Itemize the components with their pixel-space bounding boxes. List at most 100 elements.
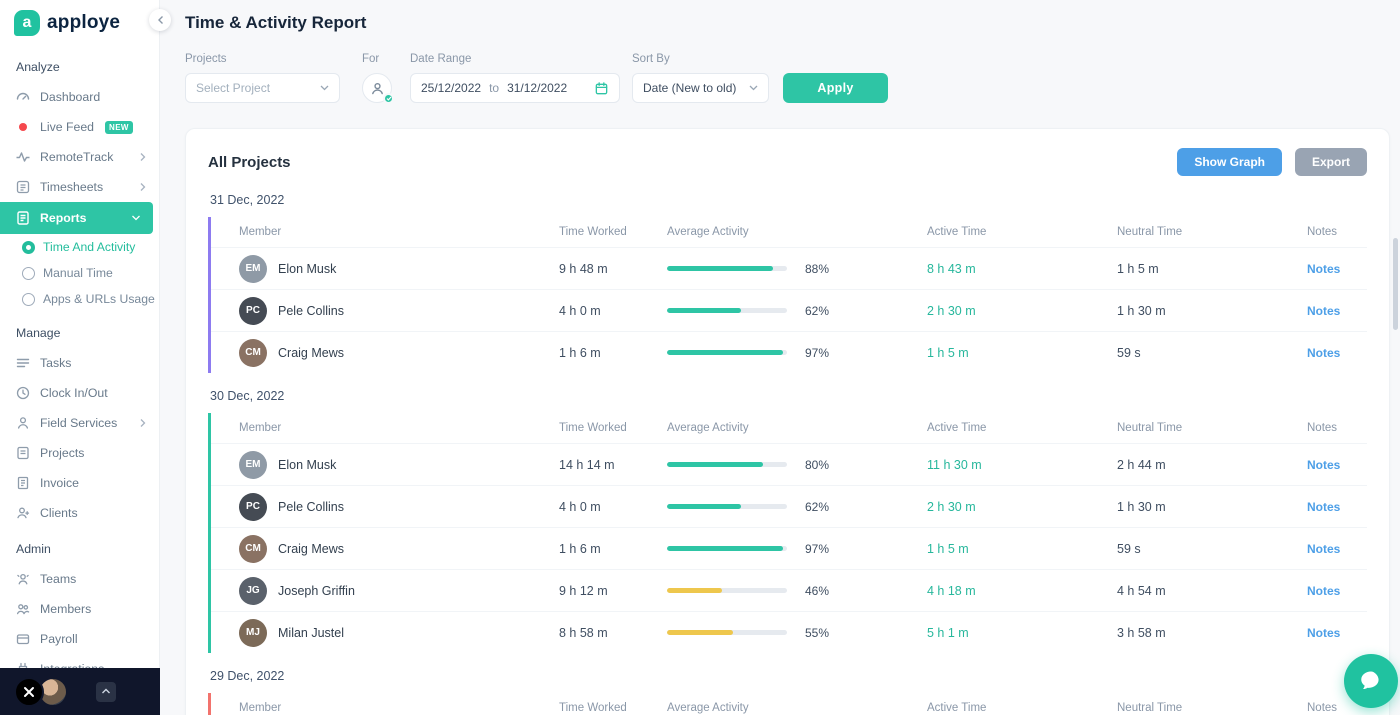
sidebar-item-label: Clock In/Out	[40, 386, 108, 400]
notes-link[interactable]: Notes	[1307, 304, 1340, 318]
column-header: Notes	[1307, 226, 1367, 238]
table-row: PC Pele Collins 4 h 0 m 62% 2 h 30 m 1 h…	[211, 485, 1367, 527]
project-select[interactable]: Select Project	[185, 73, 340, 103]
column-header: Notes	[1307, 422, 1367, 434]
column-header: Active Time	[927, 422, 1117, 434]
activity-bar	[667, 546, 787, 551]
date-range-filter: Date Range 25/12/2022 to 31/12/2022	[410, 53, 620, 103]
activity-bar	[667, 266, 787, 271]
sidebar-item-tasks[interactable]: Tasks	[0, 348, 159, 378]
check-badge-icon	[383, 93, 394, 104]
table-row: EM Elon Musk 9 h 48 m 88% 8 h 43 m 1 h 5…	[211, 247, 1367, 289]
neutral-time: 1 h 30 m	[1117, 500, 1307, 514]
notes-link[interactable]: Notes	[1307, 542, 1340, 556]
sidebar-subitem-apps-urls-usage[interactable]: Apps & URLs Usage	[0, 286, 159, 312]
date-to-value[interactable]: 31/12/2022	[507, 81, 567, 95]
chevron-right-icon	[139, 182, 147, 192]
sidebar-item-label: Field Services	[40, 416, 117, 430]
member-name: Elon Musk	[278, 262, 336, 276]
sidebar-collapse-button[interactable]	[149, 9, 171, 31]
sidebar-item-dashboard[interactable]: Dashboard	[0, 82, 159, 112]
sidebar-item-members[interactable]: Members	[0, 594, 159, 624]
sidebar-subitem-time-and-activity[interactable]: Time And Activity	[0, 234, 159, 260]
chevron-up-icon[interactable]	[96, 682, 116, 702]
person-icon	[370, 81, 385, 96]
sidebar-subitem-label: Apps & URLs Usage	[43, 292, 155, 306]
activity-percent: 62%	[805, 304, 829, 318]
neutral-time: 1 h 5 m	[1117, 262, 1307, 276]
date-range-label: Date Range	[410, 53, 620, 65]
sidebar-item-remotetrack[interactable]: RemoteTrack	[0, 142, 159, 172]
workspace-avatar[interactable]	[14, 677, 44, 707]
live-feed-icon	[15, 119, 31, 135]
activity-percent: 46%	[805, 584, 829, 598]
column-header: Member	[239, 422, 559, 434]
apply-button[interactable]: Apply	[783, 73, 888, 103]
notes-link[interactable]: Notes	[1307, 626, 1340, 640]
member-name: Craig Mews	[278, 542, 344, 556]
report-card-header: All Projects Show Graph Export	[186, 129, 1389, 191]
reports-icon	[15, 210, 31, 226]
scrollbar[interactable]	[1393, 238, 1398, 330]
activity-bar-fill	[667, 266, 773, 271]
chevron-down-icon	[131, 214, 141, 222]
time-worked: 4 h 0 m	[559, 500, 667, 514]
member-filter: For	[362, 53, 392, 103]
sidebar-subitem-label: Time And Activity	[43, 240, 135, 254]
sidebar-item-clock-in-out[interactable]: Clock In/Out	[0, 378, 159, 408]
date-from-value[interactable]: 25/12/2022	[421, 81, 481, 95]
notes-link[interactable]: Notes	[1307, 500, 1340, 514]
sort-by-select[interactable]: Date (New to old)	[632, 73, 769, 103]
chevron-down-icon	[749, 85, 758, 91]
sidebar-item-clients[interactable]: Clients	[0, 498, 159, 528]
column-header: Average Activity	[667, 422, 927, 434]
chevron-right-icon	[139, 152, 147, 162]
member-avatar: MJ	[239, 619, 267, 647]
time-worked: 1 h 6 m	[559, 542, 667, 556]
active-time: 11 h 30 m	[927, 458, 1117, 472]
export-button[interactable]: Export	[1295, 148, 1367, 176]
clock-icon	[15, 385, 31, 401]
group-date: 31 Dec, 2022	[210, 193, 1367, 207]
show-graph-button[interactable]: Show Graph	[1177, 148, 1282, 176]
notes-link[interactable]: Notes	[1307, 346, 1340, 360]
sidebar-subitem-label: Manual Time	[43, 266, 113, 280]
member-name: Pele Collins	[278, 500, 344, 514]
member-filter-button[interactable]	[362, 73, 392, 103]
active-time: 4 h 18 m	[927, 584, 1117, 598]
member-avatar: CM	[239, 339, 267, 367]
apploye-logo[interactable]: a apploye	[0, 0, 159, 46]
sidebar-item-teams[interactable]: Teams	[0, 564, 159, 594]
sidebar-item-projects[interactable]: Projects	[0, 438, 159, 468]
neutral-time: 4 h 54 m	[1117, 584, 1307, 598]
sidebar-item-label: Reports	[40, 211, 86, 225]
neutral-time: 1 h 30 m	[1117, 304, 1307, 318]
timesheets-icon	[15, 179, 31, 195]
calendar-icon[interactable]	[594, 81, 609, 96]
sidebar-subitem-manual-time[interactable]: Manual Time	[0, 260, 159, 286]
time-worked: 8 h 58 m	[559, 626, 667, 640]
activity-percent: 55%	[805, 626, 829, 640]
projects-icon	[15, 445, 31, 461]
sidebar-item-invoice[interactable]: Invoice	[0, 468, 159, 498]
chat-button[interactable]	[1344, 654, 1398, 708]
notes-link[interactable]: Notes	[1307, 262, 1340, 276]
active-time: 1 h 5 m	[927, 346, 1117, 360]
activity-bar-fill	[667, 462, 763, 467]
member-name: Elon Musk	[278, 458, 336, 472]
member-avatar: CM	[239, 535, 267, 563]
date-range-input[interactable]: 25/12/2022 to 31/12/2022	[410, 73, 620, 103]
activity-percent: 62%	[805, 500, 829, 514]
notes-link[interactable]: Notes	[1307, 458, 1340, 472]
section-label-admin: Admin	[0, 528, 159, 564]
notes-link[interactable]: Notes	[1307, 584, 1340, 598]
chevron-down-icon	[320, 85, 329, 91]
neutral-time: 2 h 44 m	[1117, 458, 1307, 472]
sidebar-item-reports[interactable]: Reports	[0, 202, 153, 234]
column-header: Member	[239, 702, 559, 714]
sidebar-item-timesheets[interactable]: Timesheets	[0, 172, 159, 202]
sidebar-item-payroll[interactable]: Payroll	[0, 624, 159, 654]
sidebar-item-live-feed[interactable]: Live Feed NEW	[0, 112, 159, 142]
table-row: CM Craig Mews 1 h 6 m 97% 1 h 5 m 59 s N…	[211, 331, 1367, 373]
sidebar-item-field-services[interactable]: Field Services	[0, 408, 159, 438]
